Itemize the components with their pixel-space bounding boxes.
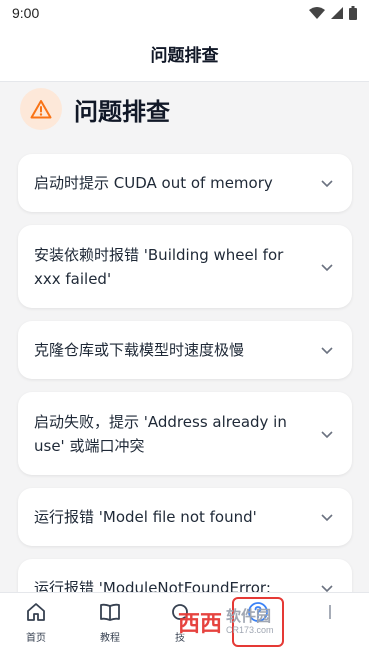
faq-item[interactable]: 安装依赖时报错 'Building wheel for xxx failed' — [18, 225, 352, 308]
section-header: 问题排查 — [20, 88, 170, 130]
status-time: 9:00 — [12, 5, 40, 21]
home-icon — [27, 603, 45, 621]
warning-badge — [20, 88, 62, 130]
watermark-url: CR173.com — [226, 625, 274, 635]
chevron-down-icon — [321, 430, 333, 438]
main-content[interactable]: 问题排查 启动时提示 CUDA out of memory 安装依赖时报错 'B… — [0, 82, 369, 592]
app-bar: 问题排查 — [0, 26, 369, 82]
faq-question: 启动时提示 CUDA out of memory — [34, 174, 273, 192]
faq-item[interactable]: 运行报错 'ModuleNotFoundError: — [18, 559, 352, 592]
more-icon — [329, 605, 331, 619]
faq-item[interactable]: 启动失败，提示 'Address already in use' 或端口冲突 — [18, 392, 352, 475]
nav-item-tutorial[interactable]: 教程 — [80, 601, 140, 644]
faq-question: 运行报错 'Model file not found' — [34, 508, 257, 526]
chevron-down-icon — [321, 180, 333, 188]
warning-icon — [30, 100, 52, 119]
app-bar-title: 问题排查 — [150, 46, 219, 66]
watermark-logo-icon: 西西 — [178, 612, 223, 637]
faq-question: 安装依赖时报错 'Building wheel for xxx failed' — [34, 245, 284, 288]
nav-label: 首页 — [26, 633, 46, 644]
status-icons — [309, 6, 357, 20]
signal-icon — [331, 7, 343, 19]
faq-question: 运行报错 'ModuleNotFoundError: — [34, 579, 271, 592]
watermark-text: 软件园 CR173.com — [226, 609, 274, 635]
chevron-down-icon — [321, 347, 333, 355]
screen: 9:00 问题排查 问题排查 启动时提示 CUDA out of memory … — [0, 0, 369, 656]
faq-item[interactable]: 克隆仓库或下载模型时速度极慢 — [18, 321, 352, 379]
status-bar: 9:00 — [0, 0, 369, 26]
watermark: 西西 软件园 CR173.com — [178, 606, 274, 638]
chevron-down-icon — [321, 263, 333, 271]
nav-item-more[interactable] — [300, 601, 360, 629]
nav-label: 教程 — [100, 633, 120, 644]
wifi-icon — [309, 7, 325, 19]
chevron-down-icon — [321, 585, 333, 592]
faq-question: 启动失败，提示 'Address already in use' 或端口冲突 — [34, 412, 287, 455]
faq-question: 克隆仓库或下载模型时速度极慢 — [34, 341, 245, 359]
chevron-down-icon — [321, 514, 333, 522]
faq-item[interactable]: 运行报错 'Model file not found' — [18, 488, 352, 546]
book-icon — [100, 603, 120, 621]
section-title: 问题排查 — [74, 97, 170, 126]
watermark-brand: 软件园 — [226, 607, 272, 625]
nav-item-home[interactable]: 首页 — [6, 601, 66, 644]
battery-icon — [349, 6, 357, 20]
faq-list: 启动时提示 CUDA out of memory 安装依赖时报错 'Buildi… — [18, 154, 352, 592]
faq-item[interactable]: 启动时提示 CUDA out of memory — [18, 154, 352, 212]
